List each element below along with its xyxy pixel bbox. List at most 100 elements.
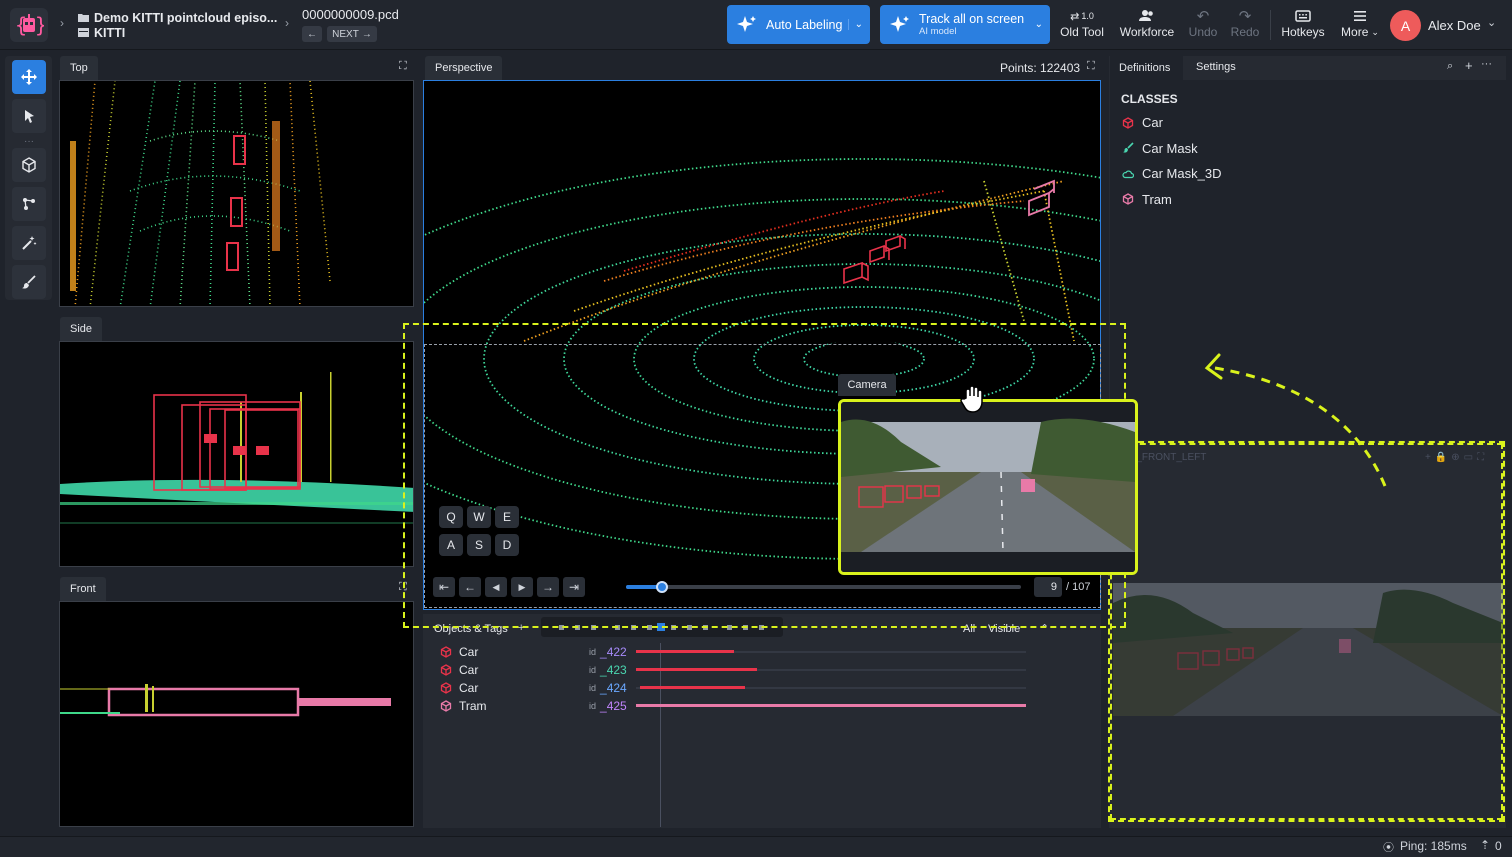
tab-front-view[interactable]: Front — [60, 577, 106, 601]
object-track-bar[interactable] — [636, 668, 757, 671]
dataset-icon — [78, 28, 89, 37]
object-id-prefix: id — [589, 665, 597, 675]
file-name: 0000000009.pcd — [302, 7, 399, 22]
robot-logo-icon: { } — [15, 13, 44, 37]
select-tool[interactable] — [12, 99, 46, 133]
camera-image — [841, 402, 1135, 572]
app-logo[interactable]: { } — [10, 8, 48, 42]
side-view-pointcloud — [60, 372, 413, 524]
object-track[interactable] — [636, 697, 1027, 715]
tab-camera[interactable]: Camera — [838, 374, 896, 396]
undo-button[interactable]: ↶ Undo — [1187, 7, 1219, 39]
object-row[interactable]: Tram id _425 — [440, 697, 1040, 715]
prev-button[interactable]: ← — [302, 26, 322, 42]
hotkeys-label: Hotkeys — [1281, 25, 1325, 39]
magic-wand-icon — [22, 236, 37, 250]
top-view-canvas[interactable] — [59, 80, 414, 307]
drag-arrow-icon — [1204, 353, 1387, 487]
cuboid-icon — [440, 664, 452, 676]
object-track[interactable] — [636, 679, 1027, 697]
top-view-pointcloud — [70, 81, 331, 306]
track-all-button[interactable]: Track all on screen AI model ⌄ — [880, 5, 1050, 44]
object-id-prefix: id — [589, 683, 597, 693]
tab-definitions[interactable]: Definitions — [1119, 62, 1170, 74]
tab-settings[interactable]: Settings — [1196, 61, 1236, 73]
hotkeys-button[interactable]: Hotkeys — [1279, 7, 1327, 39]
object-track-bar[interactable] — [636, 650, 734, 653]
class-item-car[interactable]: Car — [1122, 110, 1221, 136]
camera-window[interactable] — [838, 399, 1138, 575]
cube-icon — [22, 157, 36, 173]
chevron-down-icon[interactable]: ⌄ — [1487, 16, 1496, 29]
magic-wand-tool[interactable] — [12, 226, 46, 260]
svg-text:}: } — [35, 13, 44, 37]
brush-icon — [22, 275, 36, 289]
graph-tool[interactable] — [12, 187, 46, 221]
points-count: Points: 122403 — [1000, 61, 1081, 75]
next-button[interactable]: NEXT → — [327, 26, 377, 42]
cuboid-icon — [1122, 193, 1134, 205]
class-item-car-mask[interactable]: Car Mask — [1122, 136, 1221, 162]
object-class-name: Car — [459, 663, 479, 677]
cuboid-icon — [440, 700, 452, 712]
class-item-car-mask-3d[interactable]: Car Mask_3D — [1122, 161, 1221, 187]
sparkle-icon — [737, 15, 756, 32]
upload-count: 0 — [1495, 839, 1502, 853]
classes-heading: CLASSES — [1121, 92, 1178, 106]
old-tool-label: Old Tool — [1060, 25, 1104, 39]
dataset-name[interactable]: KITTI — [94, 26, 125, 40]
object-id: _424 — [600, 681, 627, 695]
user-name[interactable]: Alex Doe — [1428, 18, 1481, 33]
object-class-name: Tram — [459, 699, 487, 713]
redo-button[interactable]: ↷ Redo — [1229, 7, 1261, 39]
object-row[interactable]: Car id _424 — [440, 679, 1040, 697]
object-track[interactable] — [636, 661, 1027, 679]
move-tool[interactable] — [12, 60, 46, 94]
breadcrumb-chevron-icon: › — [60, 16, 64, 30]
object-track-bar[interactable] — [636, 704, 1027, 707]
camera-ghost-image — [1113, 583, 1503, 716]
class-item-tram[interactable]: Tram — [1122, 187, 1221, 213]
status-bar — [0, 836, 1512, 857]
auto-labeling-button[interactable]: Auto Labeling ⌄ — [727, 5, 870, 44]
more-horizontal-icon[interactable]: ··· — [1481, 58, 1492, 70]
object-row[interactable]: Car id _423 — [440, 661, 1040, 679]
more-button[interactable]: More ⌄ — [1337, 7, 1383, 39]
front-view-canvas[interactable] — [59, 601, 414, 827]
old-tool-button[interactable]: ⇄ 1.0 Old Tool — [1058, 7, 1106, 40]
tab-perspective[interactable]: Perspective — [425, 56, 503, 80]
avatar[interactable]: A — [1390, 10, 1421, 41]
object-track-bar[interactable] — [639, 686, 746, 689]
class-label: Tram — [1142, 191, 1172, 207]
arrow-left-icon: ← — [307, 28, 317, 40]
breadcrumb-chevron-icon: › — [285, 16, 289, 30]
cuboid-tool[interactable] — [12, 148, 46, 182]
move-icon — [21, 69, 37, 85]
object-row[interactable]: Car id _422 — [440, 643, 1040, 661]
classes-list: Car Car Mask Car Mask_3D Tram — [1122, 110, 1221, 212]
chevron-down-icon[interactable]: ⌄ — [1035, 19, 1043, 30]
brush-tool[interactable] — [12, 265, 46, 299]
tab-top-view[interactable]: Top — [60, 56, 98, 80]
object-track[interactable] — [636, 643, 1027, 661]
search-icon[interactable]: ⌕ — [1447, 60, 1453, 73]
cursor-icon — [25, 110, 34, 123]
object-id-prefix: id — [589, 647, 597, 657]
add-icon[interactable]: + — [1465, 58, 1473, 73]
chevron-down-icon[interactable]: ⌄ — [847, 19, 863, 30]
users-icon — [1139, 10, 1153, 21]
side-view-canvas[interactable] — [59, 341, 414, 567]
workforce-label: Workforce — [1119, 25, 1175, 39]
project-title[interactable]: Demo KITTI pointcloud episo... — [94, 11, 277, 25]
objects-list: Car id _422 Car id _423 Car id _424 Tram… — [440, 643, 1040, 715]
class-label: Car Mask_3D — [1142, 166, 1222, 182]
tab-side-view[interactable]: Side — [60, 317, 103, 341]
upload-icon: ⇡ — [1480, 838, 1491, 852]
redo-label: Redo — [1230, 25, 1260, 39]
expand-icon[interactable]: ⛶ — [1087, 60, 1095, 73]
front-view-pointcloud — [60, 684, 391, 717]
cuboid-icon — [1122, 117, 1134, 129]
expand-icon[interactable]: ⛶ — [399, 60, 407, 73]
workforce-button[interactable]: Workforce — [1117, 7, 1177, 39]
redo-icon: ↷ — [1238, 8, 1252, 25]
